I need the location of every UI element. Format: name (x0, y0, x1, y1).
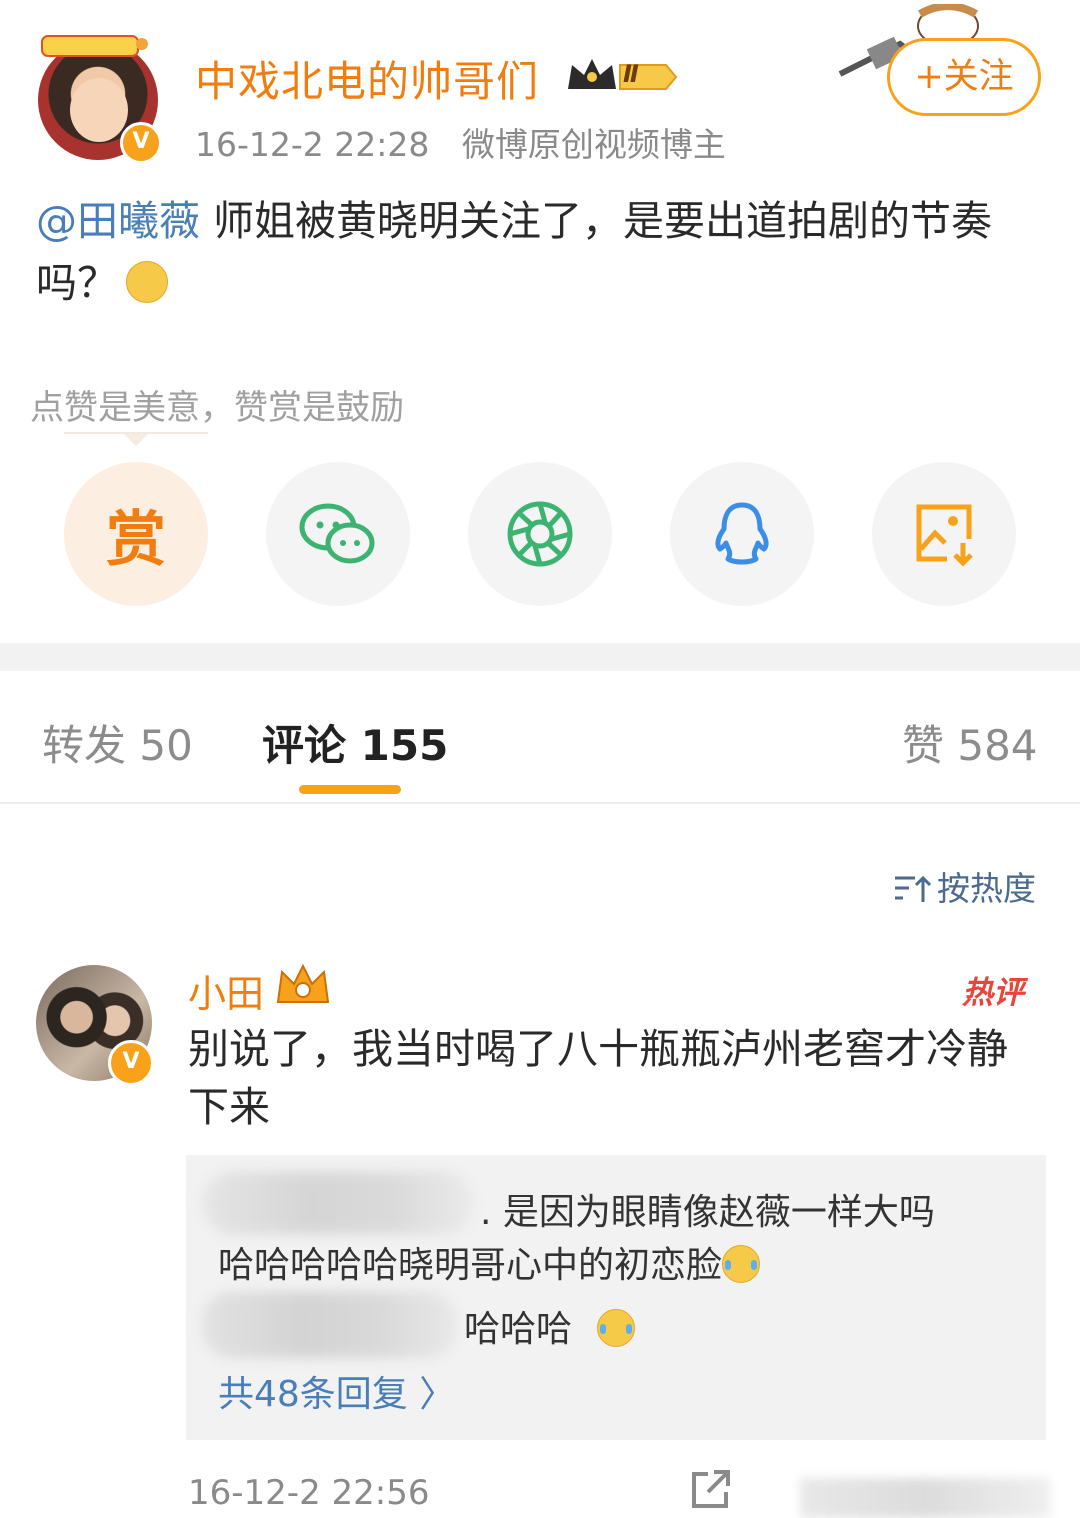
follow-button[interactable]: +关注 (887, 38, 1041, 116)
hint-pointer (124, 434, 148, 446)
crown-icon (568, 59, 678, 90)
tab-likes[interactable]: 赞 584 (902, 712, 1038, 773)
post-meta: 16-12-2 22:28 微博原创视频博主 (195, 118, 748, 166)
tab-repost[interactable]: 转发 50 (42, 712, 193, 773)
comment-text: 别说了，我当时喝了八十瓶瓶泸州老窖才冷静下来 (188, 1025, 1008, 1131)
tab-comments[interactable]: 评论 155 (262, 712, 448, 773)
reply-line: 哈哈哈 (464, 1300, 636, 1352)
author-role: 微博原创视频博主 (461, 125, 726, 164)
verified-badge: V (120, 122, 162, 164)
moments-icon (507, 501, 573, 567)
save-image-icon (916, 504, 973, 567)
wechat-icon (299, 503, 375, 564)
mention-link[interactable]: @田曦薇 (36, 197, 200, 245)
crown-badge[interactable] (566, 55, 678, 95)
reward-icon: 赏 (106, 504, 166, 575)
section-gap (0, 643, 1080, 671)
post-time: 16-12-2 22:28 (195, 125, 430, 164)
hot-comment-badge: 热评 (962, 975, 1024, 1011)
commenter-verified-badge: V (108, 1040, 154, 1086)
sort-icon (895, 875, 931, 902)
avatar-badge-ribbon (40, 30, 150, 60)
blurred-footer (800, 1478, 1050, 1518)
crown-icon (276, 963, 330, 1003)
reply-text: 哈哈哈 (464, 1309, 584, 1350)
active-tab-indicator (299, 785, 401, 794)
blurred-username (202, 1292, 457, 1358)
reply-text: 哈哈哈哈哈晓明哥心中的初恋脸 (218, 1245, 723, 1286)
graduation-banner-icon (41, 35, 148, 57)
thinking-emoji-icon (126, 261, 168, 303)
commenter-name[interactable]: 小田 (188, 963, 264, 1018)
reply-line: 哈哈哈哈哈晓明哥心中的初恋脸 (218, 1236, 761, 1288)
qq-icon (715, 502, 769, 565)
author-name[interactable]: 中戏北电的帅哥们 (195, 48, 539, 109)
share-moments-button[interactable] (468, 462, 612, 606)
share-comment-icon[interactable] (688, 1468, 732, 1512)
crown-level: Ⅱ (623, 60, 639, 88)
comment-actions (688, 1468, 732, 1516)
laughing-emoji-icon (722, 1245, 761, 1283)
member-crown-badge (274, 962, 332, 1008)
blurred-username (203, 1172, 473, 1234)
reward-hint: 点赞是美意，赞赏是鼓励 (30, 388, 404, 428)
avatar-face (70, 78, 128, 142)
share-wechat-button[interactable] (266, 462, 410, 606)
comment-time: 16-12-2 22:56 (188, 1473, 430, 1513)
reply-line: . 是因为眼睛像赵薇一样大吗 (480, 1192, 935, 1233)
sort-button[interactable]: 按热度 (893, 862, 1036, 910)
save-image-button[interactable] (872, 462, 1016, 606)
post-body: @田曦薇 师姐被黄晓明关注了，是要出道拍剧的节奏吗？ (36, 190, 1046, 314)
laughing-emoji-icon (597, 1309, 636, 1347)
share-qq-button[interactable] (670, 462, 814, 606)
more-replies-link[interactable]: 共48条回复 〉 (218, 1365, 455, 1417)
reward-button[interactable]: 赏 (64, 462, 208, 606)
sort-label: 按热度 (937, 869, 1036, 908)
tabs-divider (0, 802, 1080, 804)
